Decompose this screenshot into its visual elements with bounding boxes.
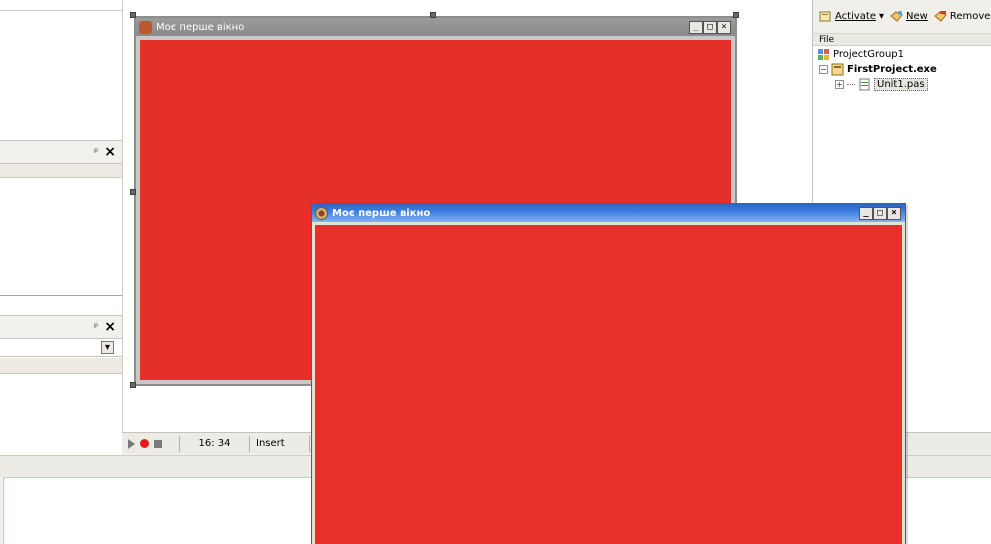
expand-icon[interactable]: + — [835, 80, 844, 89]
play-icon[interactable] — [128, 438, 135, 449]
project-exe-icon — [831, 63, 844, 76]
left-dock-area: ᵖ × ᵖ × ▾ — [0, 0, 122, 455]
close-button[interactable]: × — [887, 206, 901, 220]
stop-icon[interactable] — [154, 439, 162, 448]
close-icon[interactable]: × — [104, 145, 116, 159]
collapse-icon[interactable]: − — [819, 65, 828, 74]
running-app-window[interactable]: Моє перше вікно _ □ × — [311, 203, 906, 544]
resize-handle[interactable] — [130, 12, 136, 18]
resize-handle[interactable] — [130, 382, 136, 388]
new-button[interactable]: New — [890, 10, 928, 23]
panel-subheader — [0, 358, 122, 374]
delphi-app-icon — [315, 206, 328, 220]
resize-handle[interactable] — [430, 12, 436, 18]
chevron-down-icon[interactable]: ▾ — [101, 341, 114, 354]
design-form-titlebar[interactable]: Моє перше вікно _ □ × — [136, 18, 735, 36]
file-column-header[interactable]: File — [813, 34, 991, 46]
panel-subheader — [0, 164, 122, 178]
cursor-position: 16: 34 — [180, 435, 250, 452]
new-label: New — [906, 11, 928, 22]
maximize-button[interactable]: □ — [873, 206, 887, 220]
maximize-button[interactable]: □ — [703, 20, 717, 34]
project-manager-toolbar: Activate ▾ New Remove — [813, 0, 991, 34]
pin-icon[interactable]: ᵖ — [94, 147, 98, 158]
resize-handle[interactable] — [733, 12, 739, 18]
project-group-label: ProjectGroup1 — [833, 49, 905, 60]
running-window-titlebar[interactable]: Моє перше вікно _ □ × — [312, 204, 905, 222]
record-icon[interactable] — [140, 439, 149, 448]
minimize-button[interactable]: _ — [859, 206, 873, 220]
pin-icon[interactable]: ᵖ — [94, 322, 98, 333]
tool-palette-header: ᵖ × — [0, 315, 122, 339]
activate-icon — [819, 11, 831, 22]
running-window-caption: Моє перше вікно — [332, 207, 431, 219]
object-inspector-header: ᵖ × — [0, 140, 122, 164]
remove-button[interactable]: Remove — [934, 10, 991, 23]
macro-controls — [122, 435, 180, 452]
close-icon[interactable]: × — [104, 320, 116, 334]
chevron-down-icon[interactable]: ▾ — [879, 11, 884, 22]
unit-file-icon — [859, 78, 870, 91]
insert-mode: Insert — [250, 435, 310, 452]
remove-icon — [934, 11, 947, 22]
unit-label: Unit1.pas — [874, 78, 928, 91]
divider — [0, 295, 122, 296]
new-icon — [890, 11, 903, 22]
divider — [0, 10, 122, 11]
running-window-client-area[interactable] — [315, 225, 902, 544]
project-group-icon — [818, 49, 829, 60]
tree-node-project[interactable]: − FirstProject.exe — [817, 62, 991, 77]
tree-node-project-group[interactable]: ProjectGroup1 — [817, 47, 991, 62]
activate-label: Activate — [835, 11, 876, 22]
project-label: FirstProject.exe — [847, 64, 937, 75]
minimize-button[interactable]: _ — [689, 20, 703, 34]
tree-connector — [847, 84, 855, 85]
category-combobox[interactable]: ▾ — [0, 339, 122, 357]
remove-label: Remove — [949, 11, 991, 22]
project-tree: ProjectGroup1 − FirstProject.exe + Unit1… — [813, 46, 991, 92]
delphi-app-icon — [139, 20, 152, 34]
activate-button[interactable]: Activate ▾ — [819, 10, 884, 23]
design-form-caption: Моє перше вікно — [156, 21, 245, 33]
close-button[interactable]: × — [717, 20, 731, 34]
tree-node-unit[interactable]: + Unit1.pas — [817, 77, 991, 92]
resize-handle[interactable] — [130, 189, 136, 195]
